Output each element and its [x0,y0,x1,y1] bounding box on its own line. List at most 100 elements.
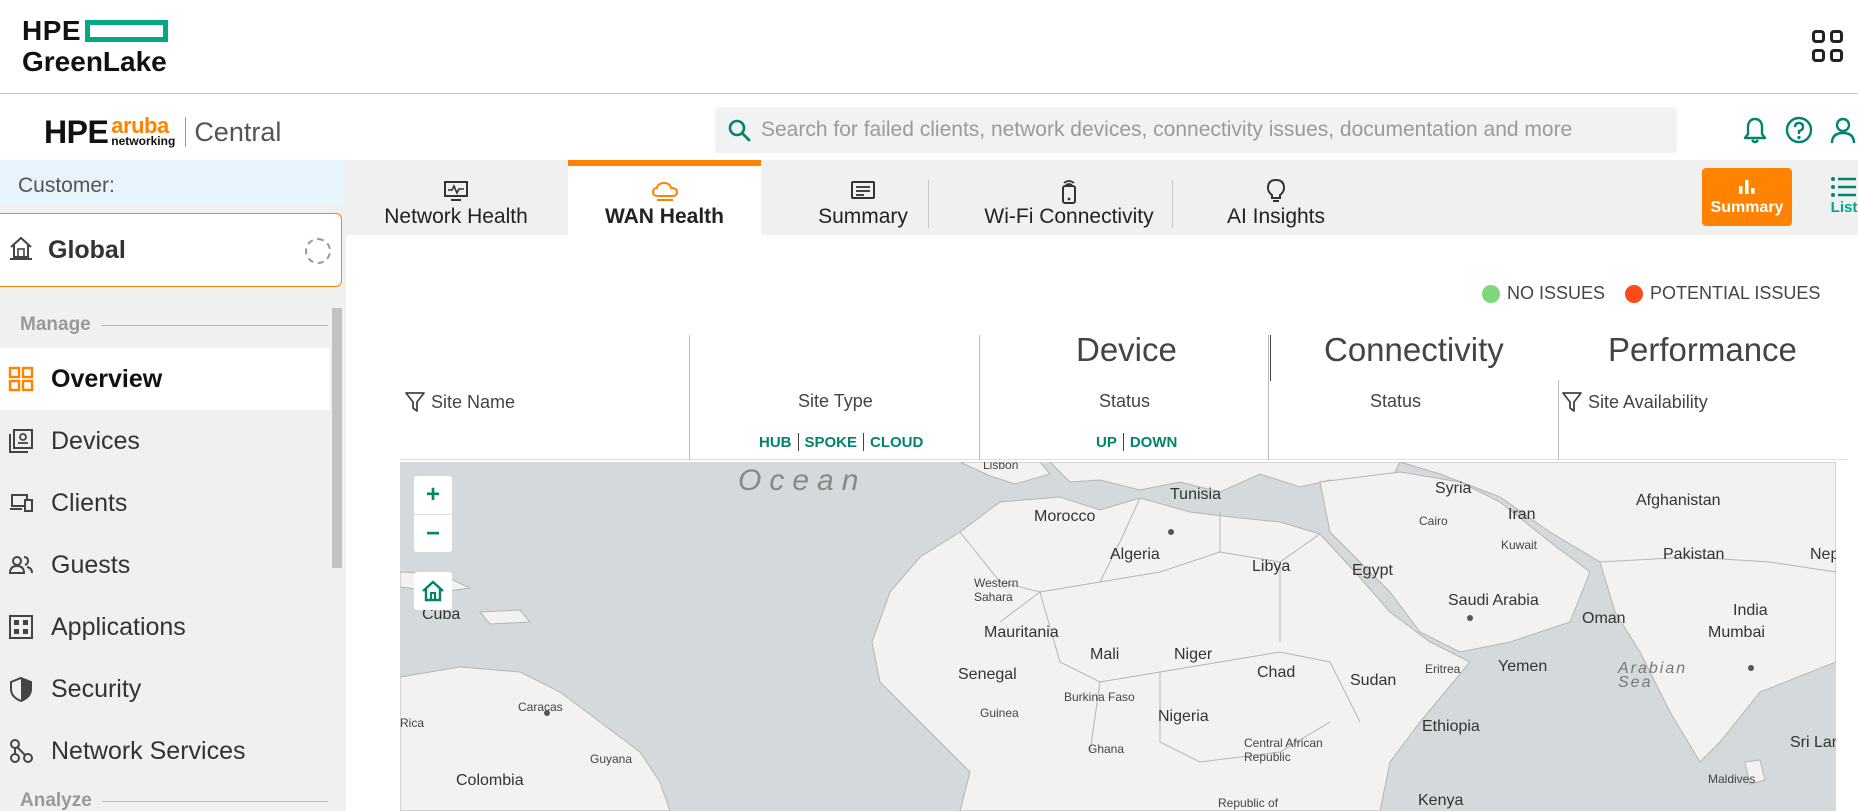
tab-network-health[interactable]: Network Health [376,160,536,235]
sidebar-scrollbar-thumb[interactable] [332,308,342,568]
map-label-car: Central African Republic [1244,736,1323,764]
map-label-eritrea: Eritrea [1425,662,1461,676]
header-actions [1740,115,1858,145]
site-type-filters: HUB SPOKE CLOUD [759,433,923,451]
map-label-costa-rica: Rica [400,716,425,730]
scope-selector[interactable]: Global [0,213,342,287]
map-label-kuwait: Kuwait [1501,538,1538,552]
column-divider [689,335,690,460]
legend-no-issues: NO ISSUES [1482,283,1605,304]
sidebar-item-overview[interactable]: Overview [0,348,330,410]
section-analyze: Analyze [20,790,328,812]
list-icon [1831,177,1856,197]
sidebar-item-clients[interactable]: Clients [0,472,330,534]
logo-aruba: aruba [111,113,169,138]
greenlake-logo-hpe: HPE [22,15,82,46]
site-home-icon [8,235,34,266]
greenlake-logo-text: GreenLake [22,46,167,77]
bell-icon[interactable] [1740,115,1770,145]
sidebar: Customer: Global Manage Overview Devices… [0,160,346,811]
map-label-ghana: Ghana [1088,742,1125,756]
apps-grid-icon[interactable] [1812,30,1844,62]
summary-view-button[interactable]: Summary [1702,168,1792,226]
tab-separator [928,180,929,228]
greenlake-header: HPE GreenLake [0,0,1858,94]
tab-wan-health[interactable]: WAN Health [568,160,761,235]
logo-central: Central [194,117,282,147]
help-icon[interactable] [1784,115,1814,145]
wifi-phone-icon [1058,177,1080,205]
column-site-name-label: Site Name [431,391,516,412]
sidebar-item-label: Clients [51,488,128,517]
map-label-niger: Niger [1174,646,1213,663]
home-icon [422,580,444,602]
search-input[interactable] [761,118,1641,142]
filter-icon[interactable] [405,391,425,413]
map-label-sudan: Sudan [1350,672,1397,689]
map-label-tunisia: Tunisia [1170,486,1221,503]
map-label-guyana: Guyana [590,752,633,766]
sites-map[interactable]: Ocean Lisbon Tunisia Syria Iran Afghanis… [400,462,1836,811]
sidebar-item-applications[interactable]: Applications [0,596,330,658]
map-label-kenya: Kenya [1418,792,1464,809]
column-device-status: Status [1099,391,1150,412]
central-header: HPE aruba networking Central [0,95,1858,160]
aruba-central-logo[interactable]: HPE aruba networking Central [44,113,282,149]
map-label-western-sahara: Western Sahara [974,576,1019,604]
user-icon[interactable] [1828,115,1858,145]
map-label-arabian-sea: Arabian Sea [1618,660,1688,691]
greenlake-logo[interactable]: HPE GreenLake [22,15,169,77]
tab-ai-insights[interactable]: AI Insights [1196,160,1356,235]
sidebar-item-devices[interactable]: Devices [0,410,330,472]
tab-label: Wi-Fi Connectivity [984,205,1154,228]
map-label-guinea: Guinea [980,706,1019,720]
map-label-republic-of: Republic of [1218,796,1279,810]
map-label-egypt: Egypt [1352,562,1393,579]
map-label-ocean: Ocean [738,464,867,497]
list-view-label: List [1830,199,1858,216]
map-label-oman: Oman [1582,610,1626,627]
list-view-button[interactable]: List [1824,175,1858,225]
monitor-pulse-icon [443,177,469,205]
zoom-in-button[interactable]: + [414,476,452,514]
filter-up[interactable]: UP [1096,434,1117,451]
column-site-availability[interactable]: Site Availability [1562,391,1708,413]
devices-icon [8,428,34,454]
map-label-mauritania: Mauritania [984,624,1059,641]
filter-cloud[interactable]: CLOUD [870,434,923,451]
map-label-pakistan: Pakistan [1663,546,1725,563]
group-device: Device [1076,331,1177,368]
sidebar-item-guests[interactable]: Guests [0,534,330,596]
legend-potential-issues-dot [1625,284,1644,303]
column-site-name[interactable]: Site Name [405,391,515,413]
group-performance: Performance [1608,331,1797,368]
legend-no-issues-dot [1482,284,1500,303]
map-label-syria: Syria [1435,480,1472,497]
map-zoom-controls: + − [414,476,452,552]
tab-wifi-connectivity[interactable]: Wi-Fi Connectivity [951,160,1187,235]
column-connectivity-status-label: Status [1370,391,1422,411]
bar-chart-icon [1739,179,1755,194]
map-label-nigeria: Nigeria [1158,708,1209,725]
filter-down[interactable]: DOWN [1130,434,1178,451]
map-label-caracas: Caracas [518,700,563,714]
map-label-chad: Chad [1257,664,1296,681]
legend-potential-issues-label: POTENTIAL ISSUES [1650,283,1821,303]
shield-icon [8,676,34,702]
map-home-button[interactable] [414,572,452,610]
sidebar-item-network-services[interactable]: Network Services [0,720,330,782]
filter-icon[interactable] [1562,391,1582,413]
sidebar-item-label: Applications [51,612,186,641]
filter-spoke[interactable]: SPOKE [805,434,858,451]
sidebar-item-security[interactable]: Security [0,658,330,720]
global-search[interactable] [715,107,1677,153]
sidebar-scrollbar[interactable] [331,298,343,728]
filter-hub[interactable]: HUB [759,434,792,451]
hpe-element-mark [85,20,169,42]
tab-summary[interactable]: Summary [778,160,948,235]
summary-list-icon [850,177,876,205]
scope-label: Global [48,235,126,264]
map-label-senegal: Senegal [958,666,1017,683]
customer-label: Customer: [0,160,346,205]
zoom-out-button[interactable]: − [414,514,452,552]
